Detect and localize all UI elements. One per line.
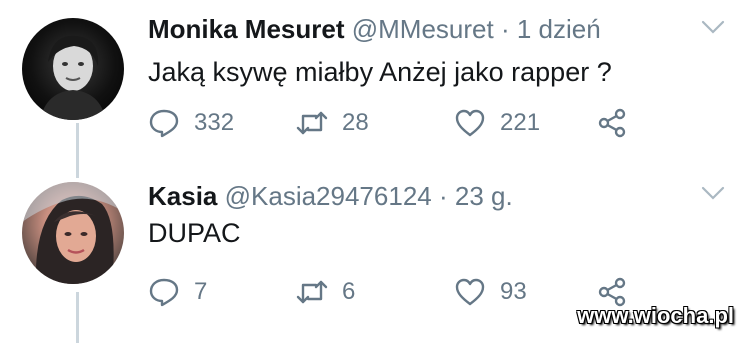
reply-count: 7 (194, 278, 208, 305)
separator: · (438, 181, 448, 211)
tweet-header: Monika Mesuret @MMesuret · 1 dzień (148, 12, 601, 46)
timestamp[interactable]: 23 g. (455, 181, 513, 211)
author-handle[interactable]: @MMesuret (352, 14, 494, 44)
avatar-photo-icon (40, 35, 106, 120)
tweet-header: Kasia @Kasia29476124 · 23 g. (148, 179, 513, 213)
retweet-button[interactable]: 6 (296, 274, 355, 310)
heart-icon (455, 278, 485, 306)
retweet-icon (296, 280, 328, 304)
author-name[interactable]: Monika Mesuret (148, 14, 345, 44)
avatar[interactable] (22, 182, 124, 284)
like-button[interactable]: 93 (454, 274, 527, 310)
tweet[interactable]: Monika Mesuret @MMesuret · 1 dzień Jaką … (0, 0, 750, 165)
author-handle[interactable]: @Kasia29476124 (225, 181, 432, 211)
avatar-photo-icon (22, 182, 124, 284)
watermark: www.wiocha.pl (577, 303, 734, 328)
share-icon (598, 108, 626, 138)
tweet-text: DUPAC (148, 218, 241, 248)
reply-count: 332 (194, 109, 235, 136)
chevron-down-icon[interactable] (700, 184, 726, 202)
retweet-count: 28 (342, 109, 369, 136)
reply-icon (149, 109, 179, 138)
heart-icon (455, 109, 485, 137)
reply-button[interactable]: 7 (148, 274, 207, 310)
share-button[interactable] (596, 105, 628, 141)
timestamp[interactable]: 1 dzień (517, 14, 601, 44)
like-button[interactable]: 221 (454, 105, 540, 141)
like-count: 93 (500, 278, 527, 305)
author-name[interactable]: Kasia (148, 181, 217, 211)
avatar[interactable] (22, 18, 124, 120)
retweet-count: 6 (342, 278, 356, 305)
retweet-icon (296, 111, 328, 135)
chevron-down-icon[interactable] (700, 18, 726, 36)
reply-icon (149, 278, 179, 307)
separator: · (500, 14, 510, 44)
tweet-text: Jaką ksywę miałby Anżej jako rapper ? (148, 57, 612, 87)
retweet-button[interactable]: 28 (296, 105, 369, 141)
tweet-actions: 332 28 221 (148, 105, 648, 141)
tweet-actions: 7 6 93 (148, 274, 648, 310)
reply-button[interactable]: 332 (148, 105, 234, 141)
like-count: 221 (500, 109, 541, 136)
